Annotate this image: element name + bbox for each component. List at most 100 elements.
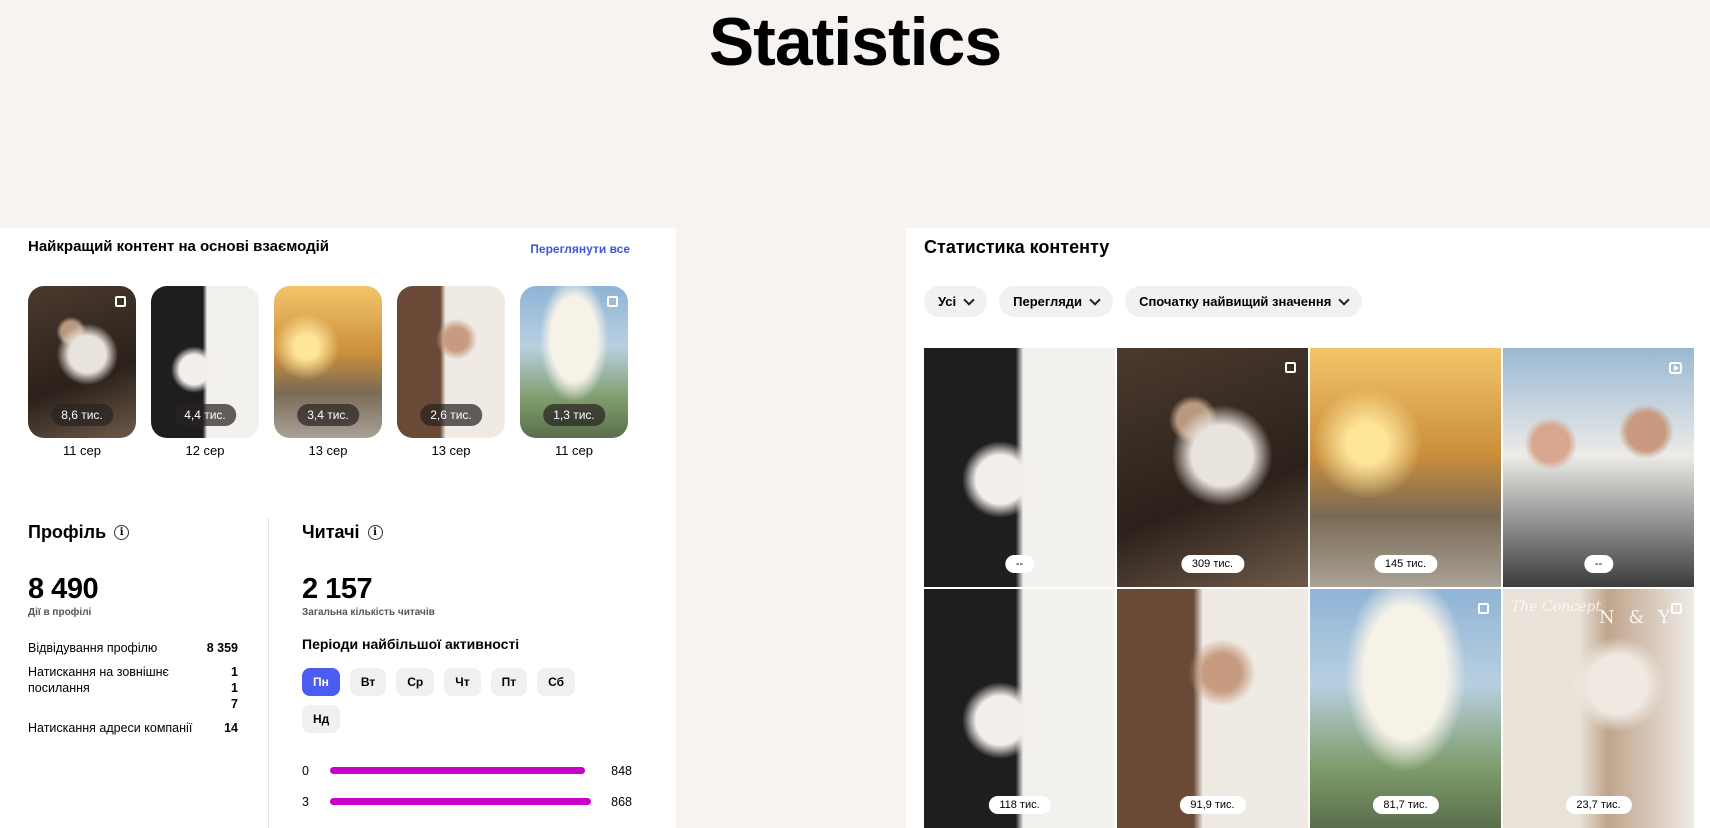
engagement-badge: 8,6 тис. <box>51 404 113 426</box>
filter-label: Усі <box>938 294 957 309</box>
thumbnail[interactable]: 8,6 тис. <box>28 286 136 438</box>
bar-hour: 0 <box>302 763 309 778</box>
stat-value: 1 1 7 <box>231 665 238 711</box>
chevron-down-icon <box>963 293 975 306</box>
filter-type-dropdown[interactable]: Усі <box>924 286 988 317</box>
views-badge: 91,9 тис. <box>1179 796 1246 814</box>
stat-label: Натискання на зовнішнє посилання <box>28 665 169 695</box>
views-badge: 145 тис. <box>1373 555 1438 573</box>
day-chip-sun[interactable]: Нд <box>302 705 341 733</box>
views-badge: 81,7 тис. <box>1372 796 1439 814</box>
thumbnail[interactable]: 1,3 тис. <box>520 286 628 438</box>
stat-value: 14 <box>224 721 238 735</box>
stat-row: Натискання адреси компанії 14 <box>28 720 238 736</box>
engagement-badge: 2,6 тис. <box>420 404 482 426</box>
day-chip-mon[interactable]: Пн <box>302 668 340 696</box>
activity-bars: 0 848 3 868 <box>302 755 632 817</box>
info-icon[interactable]: i <box>367 525 383 540</box>
content-tile[interactable]: 81,7 тис. <box>1310 589 1501 828</box>
views-badge: -- <box>1583 555 1614 573</box>
profile-title: Профіль i <box>28 522 238 543</box>
post-date: 12 сер <box>185 443 225 458</box>
readers-caption: Загальна кількість читачів <box>302 607 435 618</box>
content-tile[interactable]: 309 тис. <box>1117 348 1308 587</box>
day-chip-thu[interactable]: Чт <box>444 668 481 696</box>
chevron-down-icon <box>1089 293 1101 306</box>
activity-bar-row: 3 868 <box>302 786 632 817</box>
day-chip-fri[interactable]: Пт <box>490 668 528 696</box>
readers-section: Читачі i 2 157 Загальна кількість читачі… <box>302 522 632 817</box>
thumbnail[interactable]: 3,4 тис. <box>274 286 382 438</box>
stat-value: 8 359 <box>206 641 238 655</box>
carousel-icon <box>1285 362 1296 373</box>
top-content-heading: Найкращий контент на основі взаємодій <box>28 238 330 255</box>
top-content-item[interactable]: 4,4 тис. 12 сер <box>151 286 259 458</box>
content-tile[interactable]: 91,9 тис. <box>1117 589 1308 828</box>
bar-value: 868 <box>611 794 632 809</box>
post-date: 11 сер <box>62 443 102 458</box>
bar-track <box>329 798 592 805</box>
day-chip-wed[interactable]: Ср <box>396 668 435 696</box>
top-content-item[interactable]: 2,6 тис. 13 сер <box>397 286 505 458</box>
profile-stats: Відвідування профілю 8 359 Натискання на… <box>28 640 238 736</box>
post-date: 13 сер <box>308 443 348 458</box>
stat-row: Відвідування профілю 8 359 <box>28 640 238 656</box>
day-chip-tue[interactable]: Вт <box>349 668 387 696</box>
carousel-icon <box>607 296 618 307</box>
content-grid: -- 309 тис. 145 тис. -- 118 тис. 91,9 ти… <box>924 348 1694 828</box>
stat-row: Натискання на зовнішнє посилання 1 1 7 <box>28 664 238 712</box>
top-content-item[interactable]: 3,4 тис. 13 сер <box>274 286 382 458</box>
watermark-text: N & Y <box>1598 607 1674 628</box>
engagement-badge: 1,3 тис. <box>543 404 605 426</box>
content-tile[interactable]: -- <box>1503 348 1694 587</box>
content-tile[interactable]: 145 тис. <box>1310 348 1501 587</box>
top-content-list: 8,6 тис. 11 сер 4,4 тис. 12 сер 3,4 тис.… <box>28 286 628 458</box>
chevron-down-icon <box>1338 293 1350 306</box>
readers-title-text: Читачі <box>302 522 360 542</box>
filter-metric-dropdown[interactable]: Перегляди <box>999 286 1114 317</box>
post-date: 11 сер <box>554 443 594 458</box>
bar-fill <box>329 767 586 774</box>
filter-sort-dropdown[interactable]: Спочатку найвищий значення <box>1125 286 1363 317</box>
views-badge: 23,7 тис. <box>1565 796 1632 814</box>
activity-bar-row: 0 848 <box>302 755 632 786</box>
divider <box>268 518 269 828</box>
watermark-script: The Concept <box>1511 599 1601 615</box>
filter-label: Перегляди <box>1013 294 1083 309</box>
filter-label: Спочатку найвищий значення <box>1139 294 1332 309</box>
thumbnail[interactable]: 2,6 тис. <box>397 286 505 438</box>
thumbnail[interactable]: 4,4 тис. <box>151 286 259 438</box>
activity-title: Періоди найбільшої активності <box>302 636 520 652</box>
readers-title: Читачі i <box>302 522 632 543</box>
stat-label: Відвідування профілю <box>28 641 158 655</box>
day-chip-sat[interactable]: Сб <box>537 668 576 696</box>
profile-actions-caption: Дії в профілі <box>28 607 92 618</box>
bar-value: 848 <box>611 763 632 778</box>
post-date: 13 сер <box>431 443 471 458</box>
views-badge: -- <box>1004 555 1035 573</box>
views-badge: 309 тис. <box>1180 555 1245 573</box>
bar-fill <box>329 798 592 805</box>
carousel-icon <box>1671 603 1682 614</box>
profile-actions-total: 8 490 <box>28 573 99 605</box>
day-selector: Пн Вт Ср Чт Пт Сб Нд <box>302 668 592 733</box>
views-badge: 118 тис. <box>988 796 1051 814</box>
view-all-link[interactable]: Переглянути все <box>530 242 630 256</box>
filter-bar: Усі Перегляди Спочатку найвищий значення <box>924 286 1363 317</box>
stat-label: Натискання адреси компанії <box>28 721 193 735</box>
engagement-badge: 4,4 тис. <box>174 404 236 426</box>
profile-section: Профіль i 8 490 Дії в профілі Відвідуван… <box>28 522 238 744</box>
content-stats-heading: Статистика контенту <box>924 237 1110 257</box>
bar-track <box>329 767 591 774</box>
content-tile[interactable]: The Concept N & Y 23,7 тис. <box>1503 589 1694 828</box>
profile-title-text: Профіль <box>28 522 107 542</box>
engagement-badge: 3,4 тис. <box>297 404 359 426</box>
reel-icon <box>1669 362 1682 374</box>
top-content-item[interactable]: 1,3 тис. 11 сер <box>520 286 628 458</box>
carousel-icon <box>115 296 126 307</box>
content-tile[interactable]: -- <box>924 348 1115 587</box>
carousel-icon <box>1478 603 1489 614</box>
top-content-item[interactable]: 8,6 тис. 11 сер <box>28 286 136 458</box>
info-icon[interactable]: i <box>114 525 130 540</box>
content-tile[interactable]: 118 тис. <box>924 589 1115 828</box>
